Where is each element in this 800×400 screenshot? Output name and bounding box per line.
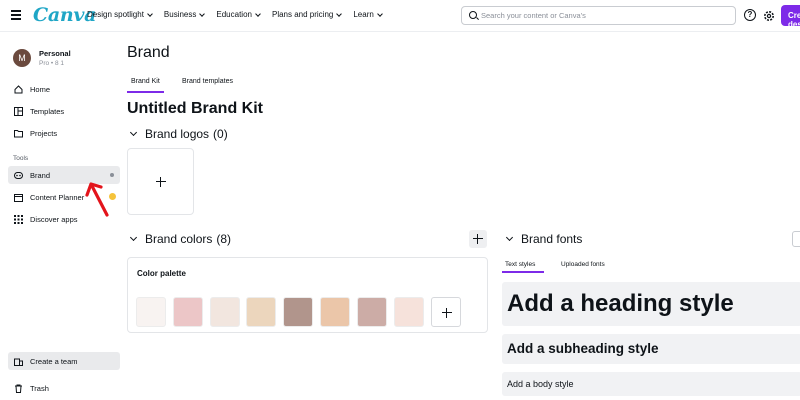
sidebar-item-label: Brand <box>30 170 51 180</box>
sidebar-item-label: Trash <box>30 383 49 393</box>
brand-logos-header[interactable]: Brand logos (0) <box>129 127 228 141</box>
folder-icon <box>14 129 23 138</box>
add-color-button[interactable] <box>431 297 461 327</box>
plus-icon <box>156 177 166 187</box>
more-options-icon[interactable] <box>110 173 114 177</box>
top-bar: Canva Design spotlight Business Educatio… <box>0 0 800 32</box>
chevron-down-icon <box>336 10 343 17</box>
search-bar[interactable] <box>461 6 736 25</box>
chevron-down-icon <box>199 10 206 17</box>
color-swatch[interactable] <box>136 297 166 327</box>
color-swatch[interactable] <box>357 297 387 327</box>
sidebar-item-home[interactable]: Home <box>8 80 120 98</box>
chevron-down-icon <box>505 233 514 242</box>
active-tab-indicator <box>127 91 164 93</box>
account-name[interactable]: Personal <box>39 49 71 58</box>
chevron-down-icon <box>129 128 138 137</box>
calendar-icon <box>14 193 23 202</box>
account-plan: Pro • 8 1 <box>39 60 65 67</box>
subheading-style-box[interactable]: Add a subheading style <box>502 334 800 364</box>
add-logo-card[interactable] <box>127 148 194 215</box>
sidebar-item-label: Create a team <box>30 356 78 366</box>
palette-label[interactable]: Color palette <box>137 269 186 278</box>
apps-grid-icon <box>14 214 23 224</box>
fonts-options-button[interactable] <box>792 231 800 247</box>
plus-icon <box>442 308 452 318</box>
trash-icon <box>14 384 23 393</box>
section-label: Brand logos <box>145 127 210 141</box>
nav-label: Business <box>163 10 197 19</box>
section-count: (0) <box>213 127 228 141</box>
top-nav: Design spotlight Business Education Plan… <box>87 10 394 19</box>
brand-fonts-header[interactable]: Brand fonts <box>505 232 582 246</box>
nav-education[interactable]: Education <box>216 10 261 19</box>
nav-label: Education <box>216 10 252 19</box>
chevron-down-icon <box>147 10 153 17</box>
menu-icon[interactable] <box>11 10 21 20</box>
plus-icon <box>473 234 483 244</box>
home-icon <box>14 84 23 94</box>
sidebar-item-create-team[interactable]: Create a team <box>8 352 120 370</box>
color-palette-card: Color palette <box>127 257 488 333</box>
color-swatch[interactable] <box>210 297 240 327</box>
nav-design-spotlight[interactable]: Design spotlight <box>87 10 153 19</box>
brand-colors-header[interactable]: Brand colors (8) <box>129 232 231 246</box>
brand-icon <box>14 171 23 180</box>
sidebar-item-label: Content Planner <box>30 192 85 202</box>
templates-icon <box>14 106 23 116</box>
sidebar-item-label: Projects <box>30 128 58 138</box>
search-input[interactable] <box>481 8 721 23</box>
color-swatch[interactable] <box>320 297 350 327</box>
red-arrow-annotation <box>85 182 109 217</box>
tab-brand-templates[interactable]: Brand templates <box>182 78 233 85</box>
page-title: Brand <box>127 44 170 61</box>
nav-learn[interactable]: Learn <box>353 10 383 19</box>
color-swatch[interactable] <box>394 297 424 327</box>
nav-label: Plans and pricing <box>271 10 334 19</box>
color-swatch[interactable] <box>246 297 276 327</box>
tab-text-styles[interactable]: Text styles <box>505 261 535 268</box>
nav-label: Learn <box>353 10 374 19</box>
nav-label: Design spotlight <box>87 10 144 19</box>
avatar[interactable]: M <box>13 49 31 67</box>
body-style-box[interactable]: Add a body style <box>502 372 800 396</box>
heading-style-box[interactable]: Add a heading style <box>502 282 800 326</box>
active-font-tab-indicator <box>502 271 544 273</box>
sidebar-item-templates[interactable]: Templates <box>8 102 120 120</box>
tab-uploaded-fonts[interactable]: Uploaded fonts <box>561 261 605 268</box>
team-icon <box>14 357 23 366</box>
brand-kit-title[interactable]: Untitled Brand Kit <box>127 100 263 118</box>
sidebar-item-trash[interactable]: Trash <box>8 379 120 397</box>
nav-plans-pricing[interactable]: Plans and pricing <box>271 10 343 19</box>
section-label: Brand colors <box>145 232 213 246</box>
color-swatch[interactable] <box>283 297 313 327</box>
add-color-palette-button[interactable] <box>469 230 487 248</box>
chevron-down-icon <box>129 233 138 242</box>
color-swatch[interactable] <box>173 297 203 327</box>
search-icon <box>469 11 477 19</box>
chevron-down-icon <box>255 10 261 17</box>
nav-business[interactable]: Business <box>163 10 206 19</box>
sidebar-item-label: Home <box>30 84 51 94</box>
tab-brand-kit[interactable]: Brand Kit <box>131 78 160 85</box>
chevron-down-icon <box>376 10 383 17</box>
sidebar-item-label: Templates <box>30 106 65 116</box>
help-icon[interactable]: ? <box>744 9 756 21</box>
gear-icon[interactable] <box>763 9 775 21</box>
section-label: Brand fonts <box>521 232 583 246</box>
sidebar: M Personal Pro • 8 1 Home Templates Proj… <box>0 33 124 400</box>
sidebar-item-label: Discover apps <box>30 214 78 224</box>
tools-section-label: Tools <box>13 155 29 162</box>
create-design-button[interactable]: Create a design <box>781 5 800 26</box>
section-count: (8) <box>216 232 232 246</box>
sidebar-item-projects[interactable]: Projects <box>8 124 120 142</box>
